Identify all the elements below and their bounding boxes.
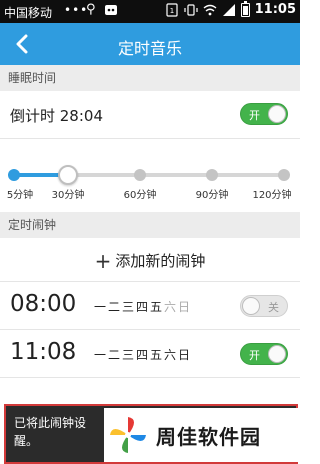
slider-stop-90[interactable] bbox=[206, 169, 218, 181]
slider-label-60: 60分钟 bbox=[123, 190, 157, 201]
carrier-name: 中国移动 bbox=[4, 6, 53, 20]
countdown-row: 倒计时 28:04 开 bbox=[0, 92, 300, 136]
alarm-time: 11:08 bbox=[10, 339, 77, 365]
toggle-label: 开 bbox=[249, 109, 260, 122]
debug-icon bbox=[105, 5, 117, 15]
pinwheel-logo-icon bbox=[110, 417, 146, 453]
usb-icon: ⚲ bbox=[86, 2, 96, 17]
status-time: 11:05 bbox=[254, 2, 296, 17]
weekday-sun: 日 bbox=[178, 300, 191, 314]
alarm-row[interactable]: 11:08 一 二 三 四 五 六 日 开 bbox=[0, 331, 300, 378]
watermark-text: 周佳软件园 bbox=[156, 424, 261, 449]
slider-stop-120[interactable] bbox=[278, 169, 290, 181]
signal-icon bbox=[222, 3, 235, 16]
alarm-row[interactable]: 08:00 一 二 三 四 五 六 日 关 bbox=[0, 283, 300, 330]
section-header-alarm: 定时闹钟 bbox=[0, 212, 300, 238]
slider-label-90: 90分钟 bbox=[195, 190, 229, 201]
weekday-mon: 一 bbox=[94, 300, 107, 314]
duration-slider: 5分钟 30分钟 60分钟 90分钟 120分钟 bbox=[0, 138, 300, 210]
sleep-toggle[interactable]: 开 bbox=[240, 103, 288, 125]
alarm-toggle[interactable]: 开 bbox=[240, 343, 288, 365]
slider-thumb[interactable] bbox=[58, 165, 78, 185]
svg-text:1: 1 bbox=[169, 7, 173, 15]
weekday-fri: 五 bbox=[150, 348, 163, 362]
watermark: 周佳软件园 bbox=[104, 408, 298, 462]
notification-dots: ••• bbox=[64, 3, 89, 17]
alarm-weekdays: 一 二 三 四 五 六 日 bbox=[94, 346, 191, 363]
weekday-fri: 五 bbox=[150, 300, 163, 314]
add-alarm-label: 添加新的闹钟 bbox=[115, 252, 206, 270]
countdown-text: 倒计时 28:04 bbox=[10, 107, 103, 125]
alarm-weekdays: 一 二 三 四 五 六 日 bbox=[94, 298, 191, 315]
toggle-knob bbox=[242, 297, 260, 315]
weekday-tue: 二 bbox=[108, 300, 121, 314]
status-bar: 中国移动 ••• ⚲ 1 11:05 bbox=[0, 0, 300, 23]
nav-bar: 定时音乐 bbox=[0, 23, 300, 65]
slider-label-120: 120分钟 bbox=[252, 190, 292, 201]
slider-label-30: 30分钟 bbox=[51, 190, 85, 201]
sim-icon: 1 bbox=[166, 2, 178, 17]
weekday-wed: 三 bbox=[122, 300, 135, 314]
alarm-time: 08:00 bbox=[10, 291, 77, 317]
page-title: 定时音乐 bbox=[117, 39, 182, 58]
wifi-icon bbox=[203, 4, 217, 15]
slider-track[interactable] bbox=[8, 165, 290, 185]
weekday-sat: 六 bbox=[164, 300, 177, 314]
battery-icon bbox=[240, 0, 250, 17]
weekday-thu: 四 bbox=[136, 300, 149, 314]
vibrate-icon bbox=[184, 3, 198, 16]
toggle-knob bbox=[268, 345, 286, 363]
weekday-sat: 六 bbox=[164, 348, 177, 362]
toggle-label: 开 bbox=[249, 349, 260, 362]
add-alarm-button[interactable]: + 添加新的闹钟 bbox=[0, 238, 300, 282]
plus-icon: + bbox=[94, 248, 112, 273]
weekday-sun: 日 bbox=[178, 348, 191, 362]
weekday-mon: 一 bbox=[94, 348, 107, 362]
slider-label-5: 5分钟 bbox=[6, 190, 34, 201]
weekday-thu: 四 bbox=[136, 348, 149, 362]
weekday-wed: 三 bbox=[122, 348, 135, 362]
slider-stop-60[interactable] bbox=[134, 169, 146, 181]
weekday-tue: 二 bbox=[108, 348, 121, 362]
slider-stop-5[interactable] bbox=[8, 169, 20, 181]
section-header-sleep: 睡眠时间 bbox=[0, 65, 300, 91]
toggle-knob bbox=[268, 105, 286, 123]
alarm-toggle[interactable]: 关 bbox=[240, 295, 288, 317]
toggle-label: 关 bbox=[268, 301, 279, 314]
